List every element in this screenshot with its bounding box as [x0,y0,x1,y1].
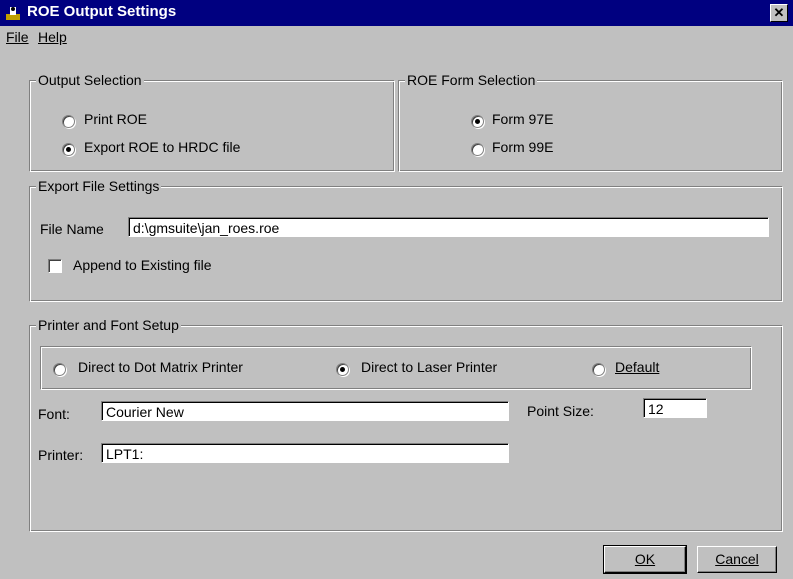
app-icon [6,7,20,20]
append-checkbox[interactable] [48,259,62,273]
radio-form-97e[interactable] [471,115,484,128]
radio-label: Export ROE to HRDC file [84,139,241,155]
radio-print-roe[interactable] [62,115,75,128]
radio-default[interactable] [592,363,605,376]
font-label: Font: [38,406,70,422]
file-name-input[interactable]: d:\gmsuite\jan_roes.roe [128,217,769,237]
printer-label: Printer: [38,447,84,463]
menu-help-label: Help [38,29,67,45]
menu-file-label: File [6,29,29,45]
group-title: Printer and Font Setup [36,317,181,333]
printer-options-panel: Direct to Dot Matrix Printer Direct to L… [40,346,752,390]
radio-label: Form 99E [492,139,554,155]
radio-dot [340,367,345,372]
font-input[interactable]: Courier New [101,401,509,421]
output-selection-group: Output Selection Print ROE Export ROE to… [29,72,395,172]
menu-bar: File Help [0,26,793,47]
radio-label: Direct to Laser Printer [361,359,498,375]
point-size-input[interactable]: 12 [643,398,707,418]
printer-input[interactable]: LPT1: [101,443,509,463]
group-title: Output Selection [36,72,144,88]
menu-file[interactable]: File [6,29,29,45]
radio-label: Direct to Dot Matrix Printer [78,359,243,375]
group-title: ROE Form Selection [405,72,538,88]
printer-font-setup-group: Printer and Font Setup Direct to Dot Mat… [29,317,783,532]
window-title: ROE Output Settings [27,3,177,20]
radio-form-99e[interactable] [471,143,484,156]
cancel-label: Cancel [715,551,759,567]
menu-help[interactable]: Help [38,29,67,45]
ok-label: OK [634,551,656,567]
radio-label: Default [615,359,660,375]
cancel-button[interactable]: Cancel [697,546,777,573]
point-size-label: Point Size: [527,403,594,419]
roe-form-selection-group: ROE Form Selection Form 97E Form 99E [398,72,783,172]
append-label: Append to Existing file [73,257,212,273]
radio-dot [66,147,71,152]
close-icon[interactable]: ✕ [770,4,788,22]
radio-dot [475,119,480,124]
radio-dot-matrix[interactable] [53,363,66,376]
radio-laser-printer[interactable] [336,363,349,376]
radio-label: Print ROE [84,111,148,127]
radio-export-roe[interactable] [62,143,75,156]
radio-label: Form 97E [492,111,554,127]
export-file-settings-group: Export File Settings File Name d:\gmsuit… [29,178,783,302]
title-bar: ROE Output Settings ✕ [0,0,793,26]
group-title: Export File Settings [36,178,162,194]
file-name-label: File Name [40,221,104,237]
ok-button[interactable]: OK [603,545,687,574]
